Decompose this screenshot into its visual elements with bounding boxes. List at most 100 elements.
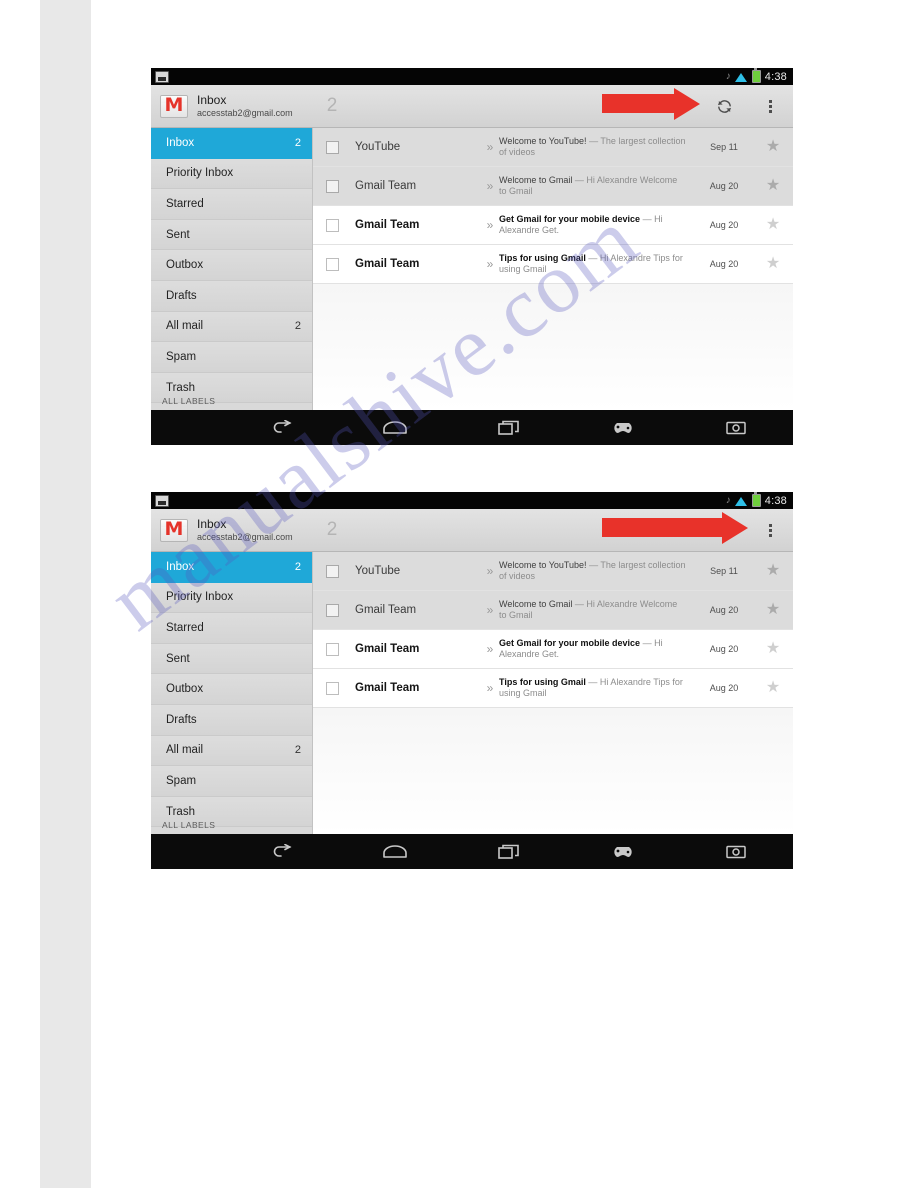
sidebar-all-labels-header[interactable]: ALL LABELS: [162, 820, 215, 830]
refresh-icon: [716, 98, 733, 115]
back-icon[interactable]: [225, 834, 339, 869]
row-subject-text: Welcome to YouTube!: [499, 135, 587, 146]
mail-list: YouTube » Welcome to YouTube! — The larg…: [313, 552, 793, 834]
sidebar-item-drafts[interactable]: Drafts: [151, 704, 312, 736]
screenshot-1: ♪ 4:38 M Inbox accesstab2@gmail.com 2 In…: [151, 68, 793, 446]
table-row[interactable]: YouTube » Welcome to YouTube! — The larg…: [313, 128, 793, 167]
table-row[interactable]: Gmail Team » Get Gmail for your mobile d…: [313, 630, 793, 669]
sidebar-item-drafts[interactable]: Drafts: [151, 280, 312, 312]
screenshot-2: ♪ 4:38 M Inbox accesstab2@gmail.com 2 In…: [151, 492, 793, 870]
sidebar-item-all-mail[interactable]: All mail 2: [151, 311, 312, 343]
sidebar-item-starred[interactable]: Starred: [151, 189, 312, 220]
sidebar-item-label: Priority Inbox: [166, 167, 234, 180]
row-subject: Welcome to Gmail — Hi Alexandre Welcome …: [499, 599, 695, 622]
sidebar-item-outbox[interactable]: Outbox: [151, 250, 312, 281]
account-email: accesstab2@gmail.com: [197, 107, 293, 118]
row-checkbox[interactable]: [326, 642, 339, 656]
row-sender: Gmail Team: [355, 180, 417, 192]
vibrate-icon: ♪: [725, 494, 731, 506]
sidebar-item-label: Spam: [166, 774, 197, 787]
refresh-button[interactable]: [701, 85, 747, 128]
star-icon[interactable]: ★: [753, 217, 793, 233]
row-subject-text: Welcome to Gmail: [499, 598, 573, 609]
row-checkbox[interactable]: [326, 603, 339, 617]
row-checkbox[interactable]: [326, 140, 339, 154]
row-checkbox[interactable]: [326, 257, 339, 271]
sidebar-item-inbox[interactable]: Inbox 2: [151, 128, 312, 159]
action-bar-titles[interactable]: Inbox accesstab2@gmail.com: [197, 517, 293, 542]
action-bar-titles[interactable]: Inbox accesstab2@gmail.com: [197, 93, 293, 118]
back-icon[interactable]: [225, 410, 339, 445]
star-icon[interactable]: ★: [753, 256, 793, 272]
sidebar-item-label: Sent: [166, 228, 190, 241]
chevron-double-right-icon: »: [486, 140, 494, 154]
row-sender: Gmail Team: [355, 258, 420, 270]
chevron-double-right-icon: »: [486, 257, 494, 271]
battery-icon: [751, 68, 761, 83]
chevron-double-right-icon: »: [486, 564, 494, 578]
sidebar-item-label: All mail: [166, 320, 204, 333]
unread-count-badge: 2: [326, 519, 338, 540]
star-icon[interactable]: ★: [753, 139, 793, 155]
home-icon[interactable]: [339, 834, 453, 869]
annotation-arrow-overflow: [602, 511, 748, 544]
sidebar-item-starred[interactable]: Starred: [151, 613, 312, 644]
screenshot-icon[interactable]: [679, 834, 793, 869]
row-date: Aug 20: [709, 644, 739, 654]
recents-icon[interactable]: [452, 834, 566, 869]
sidebar-item-priority-inbox[interactable]: Priority Inbox: [151, 582, 312, 614]
chevron-double-right-icon: »: [486, 642, 494, 656]
gmail-logo-icon[interactable]: M: [160, 518, 188, 542]
row-checkbox[interactable]: [326, 681, 339, 695]
sidebar: Inbox 2 Priority Inbox Starred Sent Outb…: [151, 552, 313, 834]
star-icon[interactable]: ★: [753, 178, 793, 194]
device-body: Inbox 2 Priority Inbox Starred Sent Outb…: [151, 128, 793, 410]
row-checkbox[interactable]: [326, 564, 339, 578]
sidebar-item-spam[interactable]: Spam: [151, 342, 312, 373]
sidebar-item-outbox[interactable]: Outbox: [151, 674, 312, 705]
table-row[interactable]: Gmail Team » Tips for using Gmail — Hi A…: [313, 669, 793, 708]
screenshot-icon[interactable]: [679, 410, 793, 445]
system-nav-bar: [151, 834, 793, 869]
overflow-menu-button[interactable]: [747, 85, 793, 128]
gamepad-icon[interactable]: [566, 834, 680, 869]
row-date: Aug 20: [709, 605, 739, 615]
arrow-shaft: [602, 518, 722, 537]
table-row[interactable]: Gmail Team » Get Gmail for your mobile d…: [313, 206, 793, 245]
gmail-logo-icon[interactable]: M: [160, 94, 188, 118]
table-row[interactable]: Gmail Team » Welcome to Gmail — Hi Alexa…: [313, 167, 793, 206]
row-sender: YouTube: [355, 141, 401, 153]
row-date: Aug 20: [709, 259, 739, 269]
gamepad-icon[interactable]: [566, 410, 680, 445]
recents-icon[interactable]: [452, 410, 566, 445]
star-icon[interactable]: ★: [753, 680, 793, 696]
sidebar-item-spam[interactable]: Spam: [151, 766, 312, 797]
table-row[interactable]: Gmail Team » Tips for using Gmail — Hi A…: [313, 245, 793, 284]
sidebar-item-inbox[interactable]: Inbox 2: [151, 552, 312, 583]
sidebar-item-all-mail[interactable]: All mail 2: [151, 735, 312, 767]
row-subject: Welcome to YouTube! — The largest collec…: [499, 560, 695, 583]
sidebar-all-labels-header[interactable]: ALL LABELS: [162, 396, 215, 406]
star-icon[interactable]: ★: [753, 563, 793, 579]
status-bar-clock: 4:38: [764, 494, 787, 507]
row-checkbox[interactable]: [326, 179, 339, 193]
arrow-shaft: [602, 94, 674, 113]
table-row[interactable]: YouTube » Welcome to YouTube! — The larg…: [313, 552, 793, 591]
row-sender: Gmail Team: [355, 219, 420, 231]
row-checkbox[interactable]: [326, 218, 339, 232]
star-icon[interactable]: ★: [753, 641, 793, 657]
wifi-icon: [734, 496, 748, 506]
home-icon[interactable]: [339, 410, 453, 445]
overflow-menu-button[interactable]: [747, 509, 793, 552]
sidebar-item-sent[interactable]: Sent: [151, 219, 312, 251]
sidebar-item-sent[interactable]: Sent: [151, 643, 312, 675]
row-subject: Welcome to Gmail — Hi Alexandre Welcome …: [499, 175, 695, 198]
star-icon[interactable]: ★: [753, 602, 793, 618]
sidebar-item-priority-inbox[interactable]: Priority Inbox: [151, 158, 312, 190]
page-margin-band: [40, 0, 91, 1188]
table-row[interactable]: Gmail Team » Welcome to Gmail — Hi Alexa…: [313, 591, 793, 630]
sidebar-item-label: All mail: [166, 744, 204, 757]
sidebar-item-label: Starred: [166, 197, 204, 210]
arrow-head: [722, 511, 748, 544]
sidebar-item-label: Priority Inbox: [166, 591, 234, 604]
